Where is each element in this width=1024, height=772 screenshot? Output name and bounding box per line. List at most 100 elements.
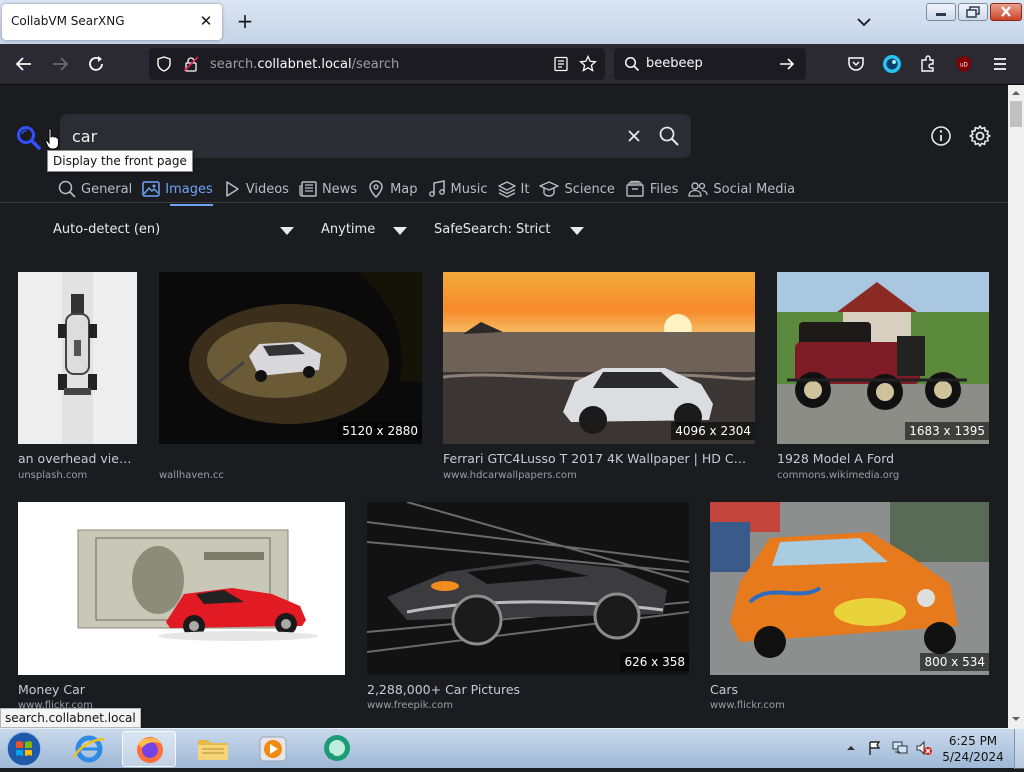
windows-taskbar: 6:25 PM 5/24/2024: [0, 728, 1024, 769]
taskbar-explorer[interactable]: [186, 731, 240, 767]
gear-icon[interactable]: [968, 124, 992, 148]
result-thumbnail[interactable]: [443, 272, 755, 444]
files-icon: [626, 180, 644, 197]
image-result[interactable]: 800 x 534 Cars www.flickr.com: [710, 502, 989, 728]
result-title[interactable]: 1928 Model A Ford: [777, 451, 989, 466]
tab-images[interactable]: Images: [142, 175, 223, 206]
image-result[interactable]: an overhead view of a race car on a whit…: [18, 272, 137, 482]
hamburger-menu-icon[interactable]: [990, 54, 1010, 74]
result-thumbnail[interactable]: [18, 502, 345, 675]
caret-down-icon[interactable]: [393, 227, 407, 235]
taskbar-firefox[interactable]: [122, 731, 176, 767]
tab-videos-label: Videos: [245, 181, 289, 197]
tab-general-label: General: [81, 181, 133, 197]
graduation-cap-icon: [539, 181, 560, 197]
navigation-toolbar: search.collabnet.local/search beebeep uD: [0, 44, 1024, 85]
address-bar[interactable]: search.collabnet.local/search: [149, 48, 605, 80]
tab-social-media[interactable]: Social Media: [688, 175, 805, 203]
searxng-page: car Display the front page General Image…: [0, 85, 1008, 728]
show-desktop-button[interactable]: [1014, 729, 1024, 769]
start-button-icon[interactable]: [5, 730, 43, 768]
result-title[interactable]: Ferrari GTC4Lusso T 2017 4K Wallpaper | …: [443, 451, 748, 466]
result-title[interactable]: Money Car: [18, 682, 338, 697]
image-dimensions: 626 x 358: [620, 653, 689, 671]
tab-it[interactable]: It: [497, 175, 540, 203]
language-select[interactable]: Auto-detect (en): [53, 219, 160, 241]
search-submit-icon[interactable]: [658, 125, 680, 147]
result-thumbnail[interactable]: [367, 502, 689, 675]
clock-date: 5/24/2024: [942, 750, 1004, 764]
tab-strip: CollabVM SearXNG ✕ +: [0, 0, 1024, 44]
result-thumbnail[interactable]: [18, 272, 137, 444]
extensions-puzzle-icon[interactable]: [918, 54, 938, 74]
image-result[interactable]: 5120 x 2880 wallhaven.cc: [159, 272, 422, 482]
image-result[interactable]: Money Car www.flickr.com: [18, 502, 345, 728]
result-title[interactable]: 2,288,000+ Car Pictures: [367, 682, 687, 697]
new-tab-icon[interactable]: +: [234, 10, 256, 32]
browser-search-bar[interactable]: beebeep: [614, 48, 806, 80]
tab-music[interactable]: Music: [428, 175, 498, 203]
taskbar-ie[interactable]: [62, 731, 116, 767]
go-arrow-icon[interactable]: [778, 55, 796, 73]
taskbar-app[interactable]: [310, 731, 364, 767]
tab-map[interactable]: Map: [367, 175, 427, 203]
result-title[interactable]: Cars: [710, 682, 980, 697]
scroll-up-arrow-icon[interactable]: [1008, 87, 1024, 99]
reader-view-icon[interactable]: [553, 56, 569, 72]
result-thumbnail[interactable]: [159, 272, 422, 444]
pocket-icon[interactable]: [846, 54, 866, 74]
chevron-up-icon[interactable]: [845, 743, 857, 753]
caret-down-icon[interactable]: [570, 227, 584, 235]
tab-general[interactable]: General: [58, 175, 142, 203]
page-scrollbar[interactable]: [1008, 85, 1024, 728]
image-result[interactable]: 1683 x 1395 1928 Model A Ford commons.wi…: [777, 272, 989, 482]
tab-science[interactable]: Science: [539, 175, 624, 203]
search-input[interactable]: car: [72, 127, 97, 146]
tab-title: CollabVM SearXNG: [11, 14, 125, 28]
reload-icon[interactable]: [86, 54, 106, 74]
safesearch-select[interactable]: SafeSearch: Strict: [434, 219, 551, 241]
window-restore-button[interactable]: [958, 3, 988, 21]
url-text: search.collabnet.local/search: [210, 57, 400, 72]
result-thumbnail[interactable]: [710, 502, 989, 675]
browser-tab[interactable]: CollabVM SearXNG ✕: [2, 4, 222, 40]
window-minimize-button[interactable]: [926, 3, 956, 21]
ublock-origin-icon[interactable]: uD: [954, 54, 974, 74]
tab-social-media-label: Social Media: [713, 181, 796, 197]
image-result[interactable]: 626 x 358 2,288,000+ Car Pictures www.fr…: [367, 502, 689, 728]
forward-arrow-icon[interactable]: [50, 54, 70, 74]
time-range-select[interactable]: Anytime: [321, 219, 375, 241]
result-source: commons.wikimedia.org: [777, 470, 900, 481]
scrollbar-thumb[interactable]: [1010, 101, 1022, 127]
searxng-logo-icon[interactable]: [16, 125, 42, 151]
bookmark-star-icon[interactable]: [579, 55, 597, 73]
tab-close-icon[interactable]: ✕: [198, 13, 214, 29]
scroll-down-arrow-icon[interactable]: [1008, 713, 1024, 725]
account-avatar-icon[interactable]: [882, 54, 902, 74]
volume-muted-icon[interactable]: [915, 740, 933, 756]
tab-files[interactable]: Files: [625, 175, 689, 203]
taskbar-media-player[interactable]: [246, 731, 300, 767]
info-icon[interactable]: [930, 125, 952, 147]
result-title[interactable]: an overhead view of a race car on a whit…: [18, 451, 137, 466]
taskbar-clock[interactable]: 6:25 PM 5/24/2024: [932, 733, 1014, 765]
shield-icon[interactable]: [156, 56, 172, 72]
hand-pointer-cursor: [45, 128, 59, 150]
clear-search-icon[interactable]: [625, 127, 643, 145]
result-source: wallhaven.cc: [159, 470, 224, 481]
network-icon[interactable]: [891, 740, 909, 756]
layers-icon: [497, 181, 516, 198]
browser-search-value: beebeep: [646, 56, 703, 71]
result-thumbnail[interactable]: [777, 272, 989, 444]
chevron-down-icon[interactable]: [854, 12, 874, 32]
tab-images-label: Images: [165, 181, 213, 197]
caret-down-icon[interactable]: [280, 227, 294, 235]
action-center-flag-icon[interactable]: [867, 740, 883, 756]
tab-music-label: Music: [450, 181, 488, 197]
tab-news[interactable]: News: [299, 175, 367, 203]
image-result[interactable]: 4096 x 2304 Ferrari GTC4Lusso T 2017 4K …: [443, 272, 755, 482]
insecure-lock-icon[interactable]: [183, 56, 199, 72]
window-close-button[interactable]: [990, 3, 1022, 21]
tab-videos[interactable]: Videos: [223, 175, 299, 203]
back-arrow-icon[interactable]: [14, 54, 34, 74]
